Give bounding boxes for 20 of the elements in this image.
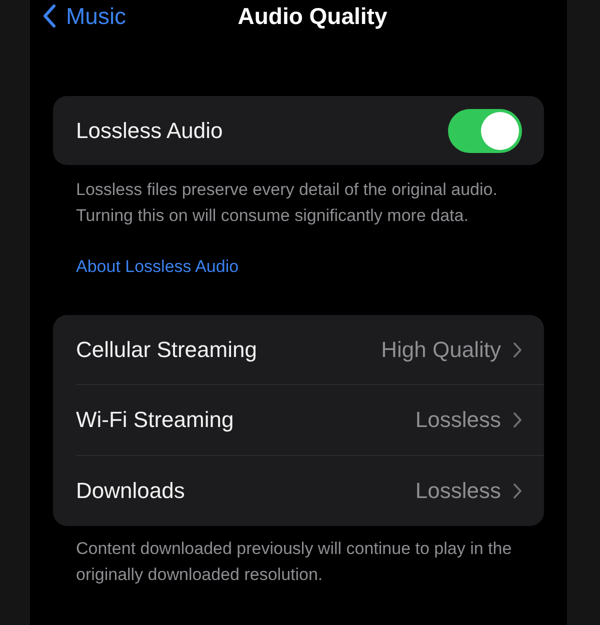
settings-row[interactable]: Cellular Streaming High Quality (53, 315, 544, 384)
setting-value: Lossless (415, 407, 501, 433)
back-button[interactable]: Music (42, 2, 126, 30)
setting-label: Downloads (76, 478, 186, 504)
setting-label: Lossless Audio (76, 118, 224, 144)
chevron-right-icon (513, 412, 522, 428)
description-text: Lossless files preserve every detail of the original audio. Turning this on will consume significantly more data. (76, 179, 498, 227)
setting-label: Wi-Fi Streaming (76, 407, 235, 433)
settings-row[interactable]: Downloads Lossless (76, 455, 544, 526)
chevron-right-icon (513, 342, 522, 358)
setting-label: Cellular Streaming (76, 336, 258, 362)
chevron-right-icon (513, 483, 522, 499)
setting-value: Lossless (415, 478, 501, 504)
chevron-left-icon (42, 4, 56, 28)
toggle-switch[interactable] (448, 108, 522, 152)
setting-value: High Quality (381, 336, 501, 362)
about-link[interactable]: About Lossless Audio (76, 257, 239, 277)
description-text: Content downloaded previously will continue to play in the originally downloaded resolution. (76, 538, 513, 586)
settings-row[interactable]: Wi-Fi Streaming Lossless (76, 384, 544, 455)
page-title: Audio Quality (238, 2, 388, 30)
